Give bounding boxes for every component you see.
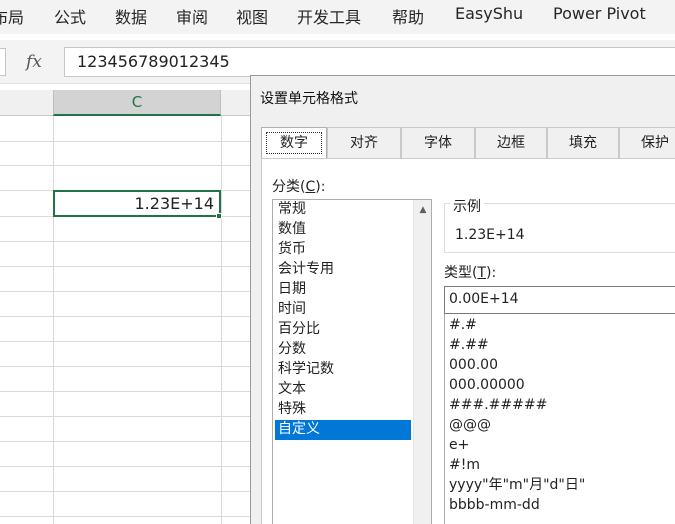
gridline bbox=[0, 516, 250, 517]
ribbon-tab-powerpivot[interactable]: Power Pivot bbox=[553, 4, 646, 23]
list-item[interactable]: ###.##### bbox=[449, 396, 547, 416]
list-item[interactable]: 时间 bbox=[275, 300, 411, 320]
list-item[interactable]: 百分比 bbox=[275, 320, 411, 340]
list-item[interactable]: #.## bbox=[449, 336, 489, 356]
gridline bbox=[0, 291, 250, 292]
gridline bbox=[0, 466, 250, 467]
list-item[interactable]: #!m bbox=[449, 456, 480, 476]
list-item[interactable]: 000.00 bbox=[449, 356, 498, 376]
list-item-selected[interactable]: 自定义 bbox=[275, 420, 411, 440]
ribbon-tab-view[interactable]: 视图 bbox=[236, 4, 268, 28]
focus-ring bbox=[266, 132, 322, 154]
column-header-c[interactable]: C bbox=[53, 90, 221, 116]
gridline bbox=[0, 416, 250, 417]
type-format-list[interactable]: #.# #.## 000.00 000.00000 ###.##### @@@ … bbox=[444, 314, 675, 524]
active-cell[interactable]: 1.23E+14 bbox=[53, 190, 221, 217]
gridline bbox=[0, 341, 250, 342]
format-cells-dialog: 设置单元格格式 数字 对齐 字体 边框 填充 保护 分类(C): 常规 数值 货… bbox=[250, 75, 675, 524]
gridline bbox=[0, 391, 250, 392]
tab-number[interactable]: 数字 bbox=[261, 127, 327, 158]
name-box[interactable] bbox=[0, 48, 6, 76]
gridline bbox=[0, 491, 250, 492]
gridline bbox=[0, 141, 250, 142]
list-item[interactable]: #.# bbox=[449, 316, 477, 336]
ribbon-menu: 布局 公式 数据 审阅 视图 开发工具 帮助 EasyShu Power Piv… bbox=[0, 0, 675, 34]
fx-icon[interactable]: fx bbox=[26, 52, 42, 72]
chevron-up-icon[interactable]: ▲ bbox=[414, 202, 431, 219]
ribbon-tab-layout[interactable]: 布局 bbox=[0, 4, 24, 28]
category-list[interactable]: 常规 数值 货币 会计专用 日期 时间 百分比 分数 科学记数 文本 特殊 自定… bbox=[272, 199, 432, 524]
list-item[interactable]: 分数 bbox=[275, 340, 411, 360]
tab-font[interactable]: 字体 bbox=[401, 127, 475, 158]
list-item[interactable]: 文本 bbox=[275, 380, 411, 400]
gridline bbox=[0, 266, 250, 267]
list-item[interactable]: 货币 bbox=[275, 240, 411, 260]
ribbon-tab-help[interactable]: 帮助 bbox=[392, 4, 424, 28]
number-tab-panel: 分类(C): 常规 数值 货币 会计专用 日期 时间 百分比 分数 科学记数 文… bbox=[261, 158, 675, 524]
category-label: 分类(C): bbox=[272, 179, 326, 195]
list-item[interactable]: @@@ bbox=[449, 416, 491, 436]
sample-value: 1.23E+14 bbox=[455, 227, 525, 243]
gridline bbox=[0, 441, 250, 442]
list-item[interactable]: 科学记数 bbox=[275, 360, 411, 380]
worksheet-grid: C 1.23E+14 bbox=[0, 90, 250, 524]
dialog-tabs: 数字 对齐 字体 边框 填充 保护 bbox=[261, 127, 675, 158]
gridline bbox=[0, 366, 250, 367]
list-item[interactable]: 常规 bbox=[275, 200, 411, 220]
list-item[interactable]: 000.00000 bbox=[449, 376, 525, 396]
list-item[interactable]: e+ bbox=[449, 436, 469, 456]
dialog-title: 设置单元格格式 bbox=[260, 91, 358, 107]
sample-label: 示例 bbox=[450, 196, 484, 216]
tab-alignment[interactable]: 对齐 bbox=[327, 127, 401, 158]
tab-fill[interactable]: 填充 bbox=[547, 127, 619, 158]
tab-protection[interactable]: 保护 bbox=[619, 127, 675, 158]
type-input[interactable]: 0.00E+14 bbox=[444, 286, 675, 314]
ribbon-tab-formulas[interactable]: 公式 bbox=[54, 4, 86, 28]
ribbon-tab-review[interactable]: 审阅 bbox=[176, 4, 208, 28]
list-item[interactable]: yyyy"年"m"月"d"日" bbox=[449, 476, 585, 496]
ribbon-tab-data[interactable]: 数据 bbox=[115, 4, 147, 28]
ribbon-tab-easyshu[interactable]: EasyShu bbox=[455, 4, 523, 23]
gridline bbox=[0, 165, 250, 166]
type-label: 类型(T): bbox=[444, 265, 497, 281]
list-item[interactable]: 数值 bbox=[275, 220, 411, 240]
list-item[interactable]: 会计专用 bbox=[275, 260, 411, 280]
fill-handle[interactable] bbox=[216, 213, 222, 219]
tab-border[interactable]: 边框 bbox=[475, 127, 547, 158]
list-item[interactable]: 日期 bbox=[275, 280, 411, 300]
gridline bbox=[221, 116, 222, 524]
gridline bbox=[0, 241, 250, 242]
ribbon-tab-developer[interactable]: 开发工具 bbox=[297, 4, 361, 28]
list-item[interactable]: 特殊 bbox=[275, 400, 411, 420]
list-item[interactable]: bbbb-mm-dd bbox=[449, 496, 540, 516]
gridline bbox=[53, 116, 54, 524]
category-scrollbar[interactable]: ▲ bbox=[413, 200, 431, 524]
gridline bbox=[0, 316, 250, 317]
formula-input[interactable]: 123456789012345 bbox=[64, 47, 675, 77]
